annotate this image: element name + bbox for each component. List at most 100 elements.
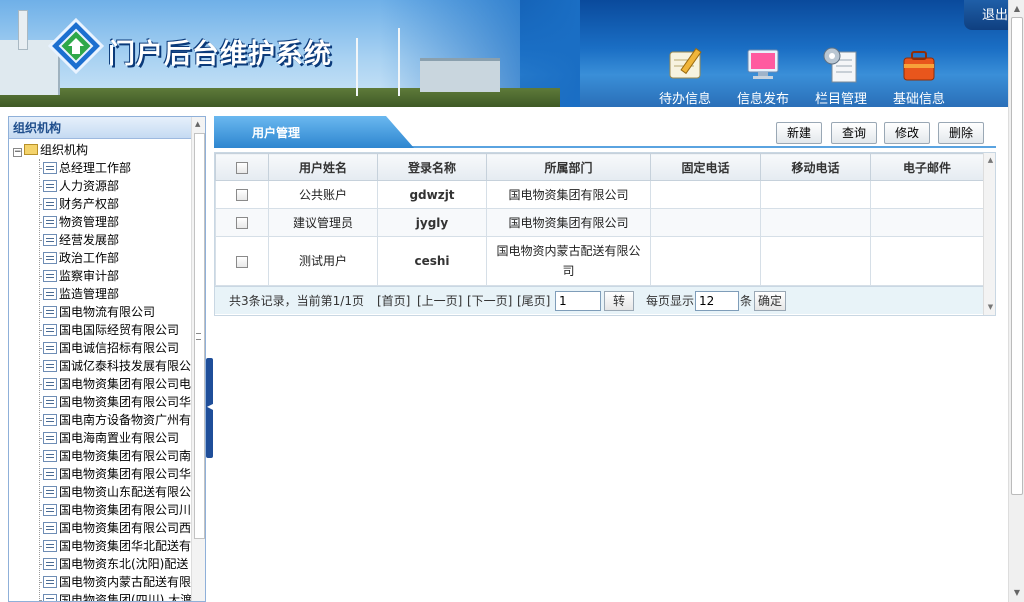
cell-login-name: ceshi xyxy=(377,236,487,286)
tree-item[interactable]: 政治工作部 xyxy=(43,249,119,267)
tree-item[interactable]: 监造管理部 xyxy=(43,285,119,303)
column-header[interactable]: 固定电话 xyxy=(650,153,761,181)
tree-item[interactable]: 国电南方设备物资广州有 xyxy=(43,411,191,429)
org-unit-icon xyxy=(43,486,57,498)
prev-page-link[interactable]: [上一页] xyxy=(417,287,462,315)
scroll-up-arrow-icon[interactable]: ▲ xyxy=(1012,4,1022,14)
tree-root[interactable]: − 组织机构 xyxy=(13,141,88,159)
page-number-input[interactable] xyxy=(555,291,601,311)
org-unit-icon xyxy=(43,252,57,264)
org-unit-icon xyxy=(43,540,57,552)
table-row[interactable]: 建议管理员 jygly 国电物资集团有限公司 xyxy=(215,208,984,237)
chevron-left-icon: ◀ xyxy=(207,402,214,411)
org-unit-icon xyxy=(43,558,57,570)
org-unit-icon xyxy=(43,450,57,462)
query-button[interactable]: 查询 xyxy=(831,122,877,144)
org-unit-icon xyxy=(43,468,57,480)
tree-item[interactable]: 财务产权部 xyxy=(43,195,119,213)
content-tabbar: 用户管理 新建 查询 修改 删除 xyxy=(214,116,996,148)
cell-mobile xyxy=(760,180,871,209)
tree-item-label: 人力资源部 xyxy=(59,179,120,193)
first-page-link[interactable]: [首页] xyxy=(377,287,410,315)
scroll-down-arrow-icon[interactable]: ▼ xyxy=(1012,588,1022,598)
tree-item[interactable]: 国电物资东北(沈阳)配送 xyxy=(43,555,188,573)
nav-basic-info[interactable]: 基础信息 xyxy=(884,46,954,107)
edit-button[interactable]: 修改 xyxy=(884,122,930,144)
tree-item[interactable]: 国电国际经贸有限公司 xyxy=(43,321,179,339)
tree-item[interactable]: 国电物资集团(四川) 大渡 xyxy=(43,591,191,602)
last-page-link[interactable]: [尾页] xyxy=(517,287,550,315)
tree-item[interactable]: 经营发展部 xyxy=(43,231,119,249)
cell-login-name: gdwzjt xyxy=(377,180,487,209)
new-button[interactable]: 新建 xyxy=(776,122,822,144)
org-unit-icon xyxy=(43,324,57,336)
company-logo-icon xyxy=(48,18,104,74)
column-header[interactable]: 电子邮件 xyxy=(870,153,984,181)
confirm-button[interactable]: 确定 xyxy=(754,291,786,311)
tab-user-management[interactable]: 用户管理 xyxy=(214,116,414,148)
org-unit-icon xyxy=(43,288,57,300)
delete-button[interactable]: 删除 xyxy=(938,122,984,144)
tree-item[interactable]: 国电物资集团有限公司川 xyxy=(43,501,191,519)
dam-illustration xyxy=(420,58,500,92)
notebook-pen-icon xyxy=(669,47,702,79)
select-all-checkbox[interactable] xyxy=(236,161,248,174)
tree-item-label: 国电南方设备物资广州有 xyxy=(59,413,191,427)
tree-item[interactable]: 国电物资集团有限公司华 xyxy=(43,393,191,411)
column-header[interactable]: 用户姓名 xyxy=(268,153,378,181)
org-unit-icon xyxy=(43,234,57,246)
tree-item[interactable]: 国电物资内蒙古配送有限 xyxy=(43,573,191,591)
nav-publish[interactable]: 信息发布 xyxy=(728,46,798,107)
scroll-up-arrow-icon[interactable]: ▲ xyxy=(986,156,995,164)
row-checkbox[interactable] xyxy=(236,255,248,268)
row-checkbox[interactable] xyxy=(236,189,248,201)
go-page-button[interactable]: 转 xyxy=(604,291,634,311)
tree-item[interactable]: 国电物资集团华北配送有 xyxy=(43,537,191,555)
system-title: 门户后台维护系统 xyxy=(108,39,332,70)
cell-department: 国电物资内蒙古配送有限公司 xyxy=(486,236,651,286)
tree-item-label: 国电物资集团有限公司华 xyxy=(59,467,191,481)
nav-columns[interactable]: 栏目管理 xyxy=(806,46,876,107)
tree-item[interactable]: 物资管理部 xyxy=(43,213,119,231)
tree-item[interactable]: 国电物资集团有限公司西 xyxy=(43,519,191,537)
tree-item-label: 国电物资集团(四川) 大渡 xyxy=(59,593,191,602)
tree-item[interactable]: 国诚亿泰科技发展有限公 xyxy=(43,357,191,375)
nav-todo[interactable]: 待办信息 xyxy=(650,46,720,107)
scroll-down-arrow-icon[interactable]: ▼ xyxy=(986,303,995,311)
org-unit-icon xyxy=(43,306,57,318)
grid-scrollbar[interactable]: ▲ ▼ xyxy=(983,153,995,315)
sidebar-collapse-handle[interactable]: ◀ xyxy=(206,358,213,458)
wind-turbine-icon xyxy=(356,38,358,96)
column-header[interactable]: 移动电话 xyxy=(760,153,871,181)
tree-item[interactable]: 国电物资山东配送有限公 xyxy=(43,483,191,501)
monitor-icon xyxy=(747,49,779,79)
tree-item[interactable]: 国电海南置业有限公司 xyxy=(43,429,179,447)
tree-item[interactable]: 总经理工作部 xyxy=(43,159,131,177)
org-unit-icon xyxy=(43,504,57,516)
sidebar-scrollbar[interactable]: ▲ xyxy=(191,117,205,601)
table-row[interactable]: 测试用户 ceshi 国电物资内蒙古配送有限公司 xyxy=(215,236,984,286)
cell-department: 国电物资集团有限公司 xyxy=(486,180,651,209)
tree-item[interactable]: 国电诚信招标有限公司 xyxy=(43,339,179,357)
column-header[interactable]: 所属部门 xyxy=(486,153,651,181)
tree-item[interactable]: 国电物资集团有限公司南 xyxy=(43,447,191,465)
scrollbar-thumb[interactable] xyxy=(1011,17,1023,495)
tree-item[interactable]: 国电物流有限公司 xyxy=(43,303,155,321)
scroll-up-arrow-icon[interactable]: ▲ xyxy=(195,120,200,128)
exit-button[interactable]: 退出 xyxy=(964,0,1008,30)
wind-turbine-icon xyxy=(398,28,400,96)
window-scrollbar[interactable]: ▲ ▼ xyxy=(1008,0,1024,602)
tree-item[interactable]: 国电物资集团有限公司电 xyxy=(43,375,191,393)
org-unit-icon xyxy=(43,216,57,228)
row-checkbox[interactable] xyxy=(236,217,248,229)
next-page-link[interactable]: [下一页] xyxy=(467,287,512,315)
tree-item[interactable]: 国电物资集团有限公司华 xyxy=(43,465,191,483)
tree-item[interactable]: 监察审计部 xyxy=(43,267,119,285)
column-header[interactable]: 登录名称 xyxy=(377,153,487,181)
collapse-toggle-icon[interactable]: − xyxy=(13,148,22,157)
tree-item[interactable]: 人力资源部 xyxy=(43,177,119,195)
org-unit-icon xyxy=(43,414,57,426)
per-page-input[interactable] xyxy=(695,291,739,311)
table-row[interactable]: 公共账户 gdwzjt 国电物资集团有限公司 xyxy=(215,180,984,209)
cell-email xyxy=(870,208,984,237)
